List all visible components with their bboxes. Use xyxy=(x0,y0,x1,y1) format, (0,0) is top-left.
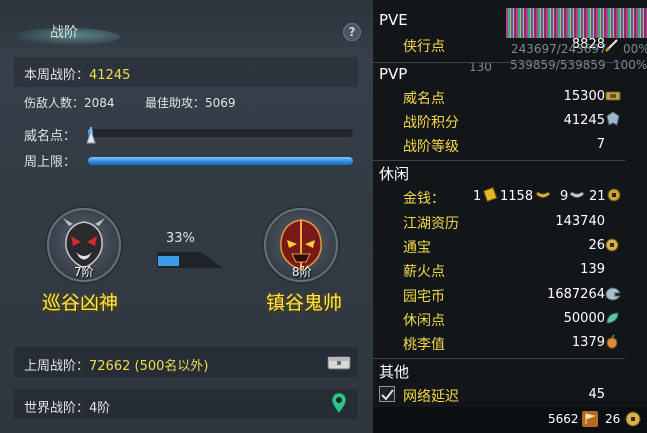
currency-panel: PVE 侠行点 8828 243697/243697 130 539859/53… xyxy=(373,0,647,433)
leisure-row-value-1: 26 xyxy=(588,238,605,253)
network-latency-label: 网络延迟 xyxy=(403,389,459,405)
money-silver: 1158 xyxy=(500,189,534,204)
week-cap-label: 周上限： xyxy=(24,155,77,170)
divider xyxy=(373,160,625,161)
leisure-row-label-3: 园宅币 xyxy=(403,289,445,305)
leisure-row-value-0: 143740 xyxy=(555,214,605,229)
house-coin-icon xyxy=(605,287,621,301)
pvp-row-value-2: 7 xyxy=(596,137,605,152)
world-rank-value: 4阶 xyxy=(89,401,111,416)
leisure-row-value-4: 50000 xyxy=(563,311,605,326)
check-icon xyxy=(381,389,394,401)
leisure-row-value-5: 1379 xyxy=(571,335,605,350)
week-cap-bar xyxy=(88,157,353,165)
leisure-row-label-1: 通宝 xyxy=(403,240,431,256)
next-rank-tier: 8阶 xyxy=(292,265,312,279)
copper-coin-icon xyxy=(607,188,621,202)
money-copper: 9 xyxy=(560,189,569,204)
pvp-row-value-0: 15300 xyxy=(563,89,605,104)
world-rank-label: 世界战阶： xyxy=(24,401,90,416)
sword-icon xyxy=(605,39,618,52)
copper-ingot-icon xyxy=(569,191,585,198)
week-cap-bar-fill xyxy=(88,157,353,165)
rank-progress-fill xyxy=(158,256,179,266)
prestige-marker-icon xyxy=(86,127,96,144)
last-week-label: 上周战阶： xyxy=(24,359,90,374)
ghost-text-5: 00% xyxy=(623,42,647,56)
network-latency-value: 45 xyxy=(588,387,605,402)
help-icon[interactable]: ? xyxy=(343,23,361,41)
leaf-icon xyxy=(606,312,619,324)
prestige-icon xyxy=(605,91,621,101)
weekly-rank-label: 本周战阶： xyxy=(24,68,90,83)
pvp-row-label-2: 战阶等级 xyxy=(403,139,459,155)
divider xyxy=(373,358,625,359)
ghost-text-4: 100% xyxy=(613,58,647,72)
section-pve-header: PVE xyxy=(379,11,408,29)
leisure-row-label-0: 江湖资历 xyxy=(403,216,459,232)
prestige-bar xyxy=(88,129,353,137)
rank-panel: 战阶 ? 本周战阶：41245 伤敌人数：2084 最佳助攻：5069 威名点：… xyxy=(0,0,373,433)
best-assist-value: 5069 xyxy=(205,96,236,110)
map-pin-icon[interactable] xyxy=(331,392,347,414)
leisure-row-label-5: 桃李值 xyxy=(403,337,445,353)
overlay-artifact xyxy=(506,8,647,38)
pvp-row-value-1: 41245 xyxy=(563,113,605,128)
panel-title: 战阶 xyxy=(50,25,78,41)
money-gold: 1 xyxy=(473,189,482,204)
section-leisure-header: 休闲 xyxy=(379,165,410,183)
weekly-rank-value: 41245 xyxy=(89,68,131,83)
rank-progress-percent: 33% xyxy=(166,231,195,246)
network-latency-checkbox[interactable] xyxy=(379,386,395,402)
chest-icon[interactable] xyxy=(327,354,351,370)
leisure-row-label-4: 休闲点 xyxy=(403,313,445,329)
money-extra: 21 xyxy=(589,189,606,204)
coin-icon xyxy=(605,238,619,252)
pvp-row-label-0: 威名点 xyxy=(403,91,445,107)
divider xyxy=(373,62,625,63)
best-assist-label: 最佳助攻： xyxy=(145,96,206,110)
ghost-text-1: 243697/243697 xyxy=(511,42,607,56)
footer-coins: 26 xyxy=(605,412,621,426)
damage-count-label: 伤敌人数： xyxy=(24,96,85,110)
damage-count-value: 2084 xyxy=(84,96,115,110)
pve-row-label: 侠行点 xyxy=(403,39,445,55)
pvp-row-label-1: 战阶积分 xyxy=(403,115,459,131)
section-pvp-header: PVP xyxy=(379,65,408,83)
flag-icon[interactable] xyxy=(581,410,599,428)
rank-crest-icon xyxy=(606,111,620,126)
ghost-text-3: 539859/539859 xyxy=(510,58,606,72)
prestige-label: 威名点： xyxy=(24,129,77,144)
leisure-row-label-2: 薪火点 xyxy=(403,264,445,280)
leisure-row-value-2: 139 xyxy=(580,262,605,277)
coin-icon[interactable] xyxy=(625,411,641,427)
money-label: 金钱： xyxy=(403,191,445,207)
next-rank-name: 镇谷鬼帅 xyxy=(266,292,343,314)
gold-ingot-icon xyxy=(483,186,498,202)
current-rank-tier: 7阶 xyxy=(74,265,94,279)
current-rank-name: 巡谷凶神 xyxy=(42,292,119,314)
section-other-header: 其他 xyxy=(379,363,410,381)
last-week-value: 72662 (500名以外) xyxy=(89,359,209,374)
rank-progress-bar xyxy=(157,252,223,268)
leisure-row-value-3: 1687264 xyxy=(547,287,605,302)
peach-icon xyxy=(606,334,618,349)
footer-points: 5662 xyxy=(548,412,579,426)
silver-ingot-icon xyxy=(535,191,551,198)
